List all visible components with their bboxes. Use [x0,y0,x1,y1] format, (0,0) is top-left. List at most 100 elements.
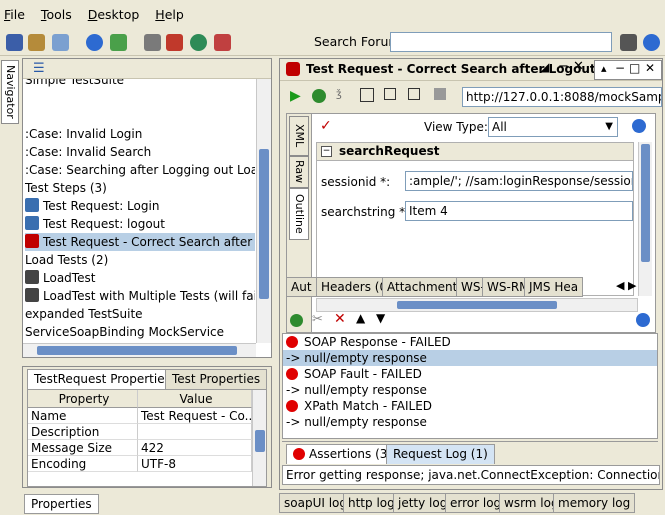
tree-item[interactable]: LoadTest [25,269,255,287]
add-assertion-button-icon[interactable] [290,314,303,327]
project-tree[interactable]: Simple TestSuite:Case: Invalid Login:Cas… [23,79,255,343]
tree-item[interactable]: :Case: Invalid Login [25,125,255,143]
validate-icon[interactable]: ✓ [320,118,332,134]
properties-scrollbar[interactable] [252,390,266,486]
property-name-cell[interactable]: Message Size [28,440,138,456]
window-menu-icon[interactable]: ▴ [601,62,607,75]
move-down-icon[interactable]: ▼ [376,311,385,325]
collapse-icon[interactable]: − [321,146,332,157]
tab-assertions[interactable]: Assertions (3) [286,444,400,464]
searchstring-field[interactable]: Item 4 [405,201,633,221]
auth-icon[interactable]: ǯ [336,89,342,100]
add-assertion-icon[interactable] [312,89,326,103]
navigator-tab[interactable]: Navigator [1,60,19,124]
assertion-item[interactable]: -> null/empty response [283,382,657,398]
tab-outline[interactable]: Outline [289,188,309,240]
tree-vertical-scrollbar[interactable] [256,79,271,343]
configure-icon[interactable]: ✂ [312,312,323,327]
tree-item[interactable] [25,107,255,125]
request-subtab[interactable]: Aut [286,277,317,297]
tile-icon[interactable] [360,88,374,102]
log-tab[interactable]: jetty log [393,493,453,513]
record-icon[interactable] [166,34,183,51]
property-value-cell[interactable]: UTF-8 [138,456,252,472]
assertion-item[interactable]: -> null/empty response [283,414,657,430]
menu-tools[interactable]: Tools [41,7,72,22]
help-icon[interactable] [86,34,103,51]
assertions-help-icon[interactable] [636,313,650,327]
window-minimize-icon[interactable]: − [615,61,625,75]
tree-item[interactable]: Test Request: Login [25,197,255,215]
form-vertical-scrollbar[interactable] [638,142,652,296]
column-header-property[interactable]: Property [28,390,138,408]
tools-icon[interactable] [144,34,161,51]
form-scroll-thumb[interactable] [641,144,650,262]
window-maximize-icon[interactable]: □ [629,61,640,75]
assertion-item[interactable]: SOAP Response - FAILED [283,334,657,350]
property-value-cell[interactable] [138,424,252,440]
split-icon[interactable] [384,88,396,100]
forum-help-icon[interactable] [643,34,660,51]
tree-item[interactable]: ServiceSoapBinding MockService [25,323,255,341]
power-icon[interactable] [190,34,207,51]
pin-icon[interactable]: ◢ [540,60,549,74]
log-tab[interactable]: memory log [553,493,636,513]
log-tab[interactable]: http log [343,493,400,513]
assertion-item[interactable]: SOAP Fault - FAILED [283,366,657,382]
tab-test-properties[interactable]: Test Properties [165,369,268,389]
tabs-icon[interactable] [408,88,420,100]
tree-scroll-thumb[interactable] [259,149,269,299]
exit-icon[interactable] [214,34,231,51]
property-name-cell[interactable]: Name [28,408,138,424]
property-value-cell[interactable]: Test Request - Co... [138,408,252,424]
property-value-cell[interactable]: 422 [138,440,252,456]
tab-request-log[interactable]: Request Log (1) [386,444,495,464]
log-tab[interactable]: error log [445,493,507,513]
sessionid-field[interactable]: :ample/'; //sam:loginResponse/sessionid} [405,171,633,191]
property-name-cell[interactable]: Encoding [28,456,138,472]
save-all-icon[interactable] [52,34,69,51]
request-subtab[interactable]: JMS Hea [524,277,584,297]
tree-item[interactable]: Simple TestSuite [25,79,255,89]
tree-item[interactable]: :Case: Invalid Search [25,143,255,161]
tree-item[interactable]: Load Tests (2) [25,251,255,269]
tab-testrequest-properties[interactable]: TestRequest Properties [27,369,178,389]
remove-icon[interactable]: ✕ [334,311,346,327]
log-tab[interactable]: soapUI log [279,493,352,513]
binoculars-icon[interactable] [620,34,637,51]
tab-properties-bottom[interactable]: Properties [24,494,99,514]
form-hscroll-thumb[interactable] [397,301,557,309]
import-project-icon[interactable] [28,34,45,51]
view-type-select[interactable]: All ▼ [488,117,618,137]
tree-item[interactable]: Test Request - Correct Search after Logo [25,233,255,251]
column-header-value[interactable]: Value [138,390,252,408]
subtab-scroll-arrows-icon[interactable]: ◀ ▶ [616,279,636,292]
tree-item[interactable]: expanded TestSuite [25,305,255,323]
properties-scroll-thumb[interactable] [255,430,265,452]
tree-item[interactable]: Test Steps (3) [25,179,255,197]
tree-item[interactable]: :Case: Searching after Logging out LoadT… [25,161,255,179]
endpoint-url-field[interactable]: http://127.0.0.1:8088/mockSampleSe [462,87,662,107]
menu-file[interactable]: File [4,7,25,22]
run-icon[interactable]: ▶ [290,88,301,104]
assertion-item[interactable]: XPath Match - FAILED [283,398,657,414]
tree-hscroll-thumb[interactable] [37,346,237,355]
tree-item[interactable]: LoadTest with Multiple Tests (will fail) [25,287,255,305]
property-name-cell[interactable]: Description [28,424,138,440]
tree-item[interactable]: Test Request: logout [25,215,255,233]
user-icon[interactable] [110,34,127,51]
minimize-icon[interactable]: − [558,59,569,74]
tree-horizontal-scrollbar[interactable] [23,343,256,357]
assertions-list[interactable]: SOAP Response - FAILED -> null/empty resp… [282,333,658,439]
new-project-icon[interactable] [6,34,23,51]
tab-raw[interactable]: Raw [289,156,309,188]
menu-help[interactable]: Help [155,7,184,22]
move-up-icon[interactable]: ▲ [356,311,365,325]
tree-view-icon[interactable]: ☰ [33,61,45,76]
close-icon[interactable]: ✕ [573,59,584,74]
assertion-item[interactable]: -> null/empty response [283,350,657,366]
tab-xml[interactable]: XML [289,116,309,156]
window-close-icon[interactable]: ✕ [645,61,655,75]
stop-icon[interactable] [434,88,446,100]
form-help-icon[interactable] [632,119,646,133]
